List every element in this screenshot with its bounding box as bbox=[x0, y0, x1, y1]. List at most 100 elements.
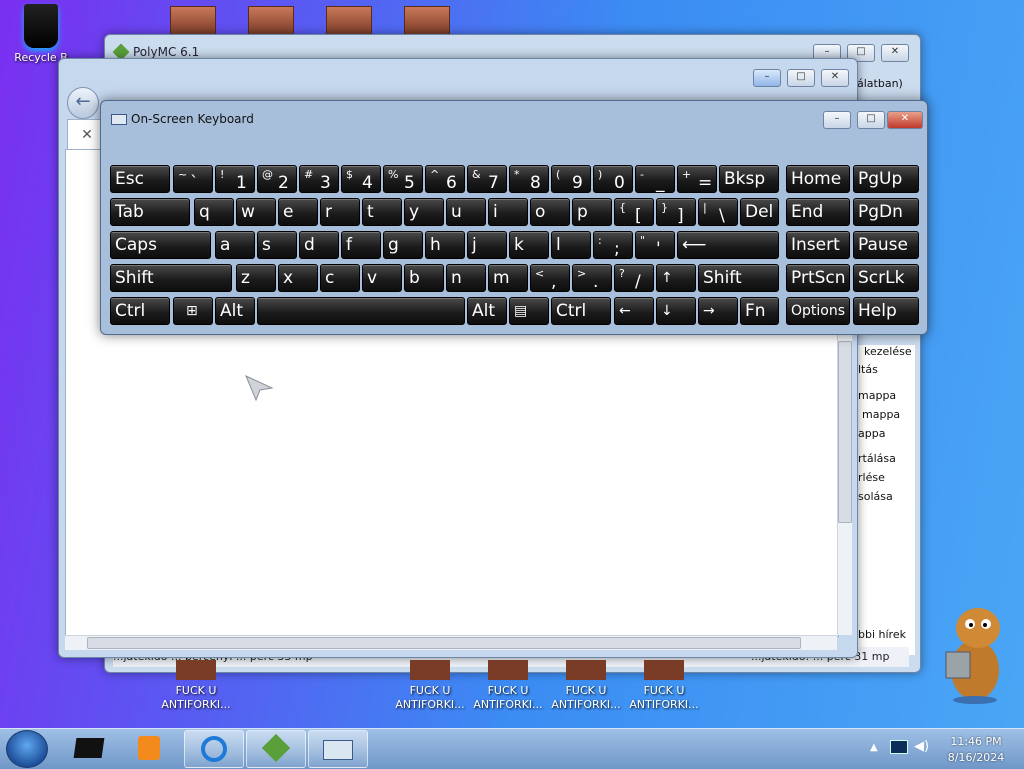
volume-icon[interactable]: ◀) bbox=[914, 739, 929, 754]
key-pgdn[interactable]: PgDn bbox=[853, 198, 919, 226]
side-item[interactable]: bbi hírek bbox=[858, 628, 906, 641]
key-0[interactable]: ) 0 bbox=[593, 165, 633, 193]
desktop-thumbnail[interactable] bbox=[326, 6, 372, 36]
desktop-thumbnail[interactable] bbox=[170, 6, 216, 36]
key-w[interactable]: w bbox=[236, 198, 276, 226]
key-backslash[interactable]: | \ bbox=[698, 198, 738, 226]
key-f[interactable]: f bbox=[341, 231, 381, 259]
key-scrlk[interactable]: ScrLk bbox=[853, 264, 919, 292]
key-c[interactable]: c bbox=[320, 264, 360, 292]
key-y[interactable]: y bbox=[404, 198, 444, 226]
key-left-arrow[interactable]: ← bbox=[614, 297, 654, 325]
side-item[interactable]: rlése bbox=[858, 471, 885, 484]
desktop-thumbnail[interactable] bbox=[404, 6, 450, 36]
key-9[interactable]: (9 bbox=[551, 165, 591, 193]
hamster-gadget-icon[interactable] bbox=[940, 600, 1010, 705]
key-e[interactable]: e bbox=[278, 198, 318, 226]
key-u[interactable]: u bbox=[446, 198, 486, 226]
key-p[interactable]: p bbox=[572, 198, 612, 226]
key-m[interactable]: m bbox=[488, 264, 528, 292]
show-hidden-icons[interactable]: ▲ bbox=[870, 742, 878, 753]
key-alt-right[interactable]: Alt bbox=[467, 297, 507, 325]
menu-key-icon[interactable]: ▤ bbox=[509, 297, 549, 325]
key-o[interactable]: o bbox=[530, 198, 570, 226]
key-v[interactable]: v bbox=[362, 264, 402, 292]
start-button-icon[interactable] bbox=[6, 730, 48, 768]
key-4[interactable]: $4 bbox=[341, 165, 381, 193]
key-r[interactable]: r bbox=[320, 198, 360, 226]
vertical-scroll-thumb[interactable] bbox=[838, 341, 852, 523]
key-fn[interactable]: Fn bbox=[740, 297, 779, 325]
key-z[interactable]: z bbox=[236, 264, 276, 292]
back-arrow-icon[interactable]: ← bbox=[67, 87, 99, 119]
recycle-bin-icon[interactable]: Recycle B bbox=[6, 4, 76, 64]
key-tab[interactable]: Tab bbox=[110, 198, 190, 226]
key-h[interactable]: h bbox=[425, 231, 465, 259]
key-1[interactable]: ! 1 bbox=[215, 165, 255, 193]
key-ctrl-right[interactable]: Ctrl bbox=[551, 297, 611, 325]
key-caps[interactable]: Caps bbox=[110, 231, 211, 259]
minimize-button[interactable]: – bbox=[753, 69, 781, 87]
key-tilde[interactable]: ~ ` bbox=[173, 165, 213, 193]
desktop-shortcut[interactable]: FUCK U ANTIFORKI... bbox=[626, 660, 702, 712]
side-item[interactable]: ltás bbox=[858, 363, 878, 376]
desktop-shortcut[interactable]: FUCK U ANTIFORKI... bbox=[392, 660, 468, 712]
key-backspace[interactable]: Bksp bbox=[719, 165, 779, 193]
close-button[interactable]: ✕ bbox=[887, 111, 923, 129]
key-b[interactable]: b bbox=[404, 264, 444, 292]
media-player-icon[interactable] bbox=[120, 730, 178, 766]
key-left-bracket[interactable]: {[ bbox=[614, 198, 654, 226]
close-button[interactable]: ✕ bbox=[881, 44, 909, 62]
key-home[interactable]: Home bbox=[786, 165, 850, 193]
system-clock[interactable]: 11:46 PM 8/16/2024 bbox=[936, 734, 1016, 766]
key-up-arrow[interactable]: ↑ bbox=[656, 264, 696, 292]
key-d[interactable]: d bbox=[299, 231, 339, 259]
taskbar-app-icon[interactable] bbox=[60, 730, 118, 766]
key-space[interactable] bbox=[257, 297, 465, 325]
key-enter[interactable]: ⟵ bbox=[677, 231, 779, 259]
side-item[interactable]: solása bbox=[858, 490, 893, 503]
side-item[interactable]: mappa bbox=[858, 389, 896, 402]
side-item[interactable]: mappa bbox=[862, 408, 900, 421]
key-5[interactable]: % 5 bbox=[383, 165, 423, 193]
network-icon[interactable] bbox=[890, 740, 908, 754]
side-item[interactable]: appa bbox=[858, 427, 885, 440]
key-3[interactable]: #3 bbox=[299, 165, 339, 193]
key-a[interactable]: a bbox=[215, 231, 255, 259]
key-6[interactable]: ^ 6 bbox=[425, 165, 465, 193]
windows-key-icon[interactable]: ⊞ bbox=[173, 297, 213, 325]
key-shift-right[interactable]: Shift bbox=[698, 264, 779, 292]
desktop-shortcut[interactable]: FUCK U ANTIFORKI... bbox=[158, 660, 234, 712]
key-q[interactable]: q bbox=[194, 198, 234, 226]
key-delete[interactable]: Del bbox=[740, 198, 779, 226]
key-pause[interactable]: Pause bbox=[853, 231, 919, 259]
key-period[interactable]: >. bbox=[572, 264, 612, 292]
key-x[interactable]: x bbox=[278, 264, 318, 292]
close-button[interactable]: ✕ bbox=[821, 69, 849, 87]
key-j[interactable]: j bbox=[467, 231, 507, 259]
key-i[interactable]: i bbox=[488, 198, 528, 226]
desktop-thumbnail[interactable] bbox=[248, 6, 294, 36]
key-semicolon[interactable]: :; bbox=[593, 231, 633, 259]
maximize-button[interactable]: □ bbox=[787, 69, 815, 87]
internet-explorer-icon[interactable] bbox=[184, 730, 244, 768]
key-pgup[interactable]: PgUp bbox=[853, 165, 919, 193]
key-down-arrow[interactable]: ↓ bbox=[656, 297, 696, 325]
minimize-button[interactable]: – bbox=[823, 111, 851, 129]
side-item[interactable]: kezelése bbox=[864, 345, 912, 358]
key-n[interactable]: n bbox=[446, 264, 486, 292]
key-alt-left[interactable]: Alt bbox=[215, 297, 255, 325]
maximize-button[interactable]: □ bbox=[857, 111, 885, 129]
key-g[interactable]: g bbox=[383, 231, 423, 259]
on-screen-keyboard-taskbar-icon[interactable] bbox=[308, 730, 368, 768]
key-k[interactable]: k bbox=[509, 231, 549, 259]
key-l[interactable]: l bbox=[551, 231, 591, 259]
key-right-arrow[interactable]: → bbox=[698, 297, 738, 325]
key-8[interactable]: * 8 bbox=[509, 165, 549, 193]
key-prtscn[interactable]: PrtScn bbox=[786, 264, 850, 292]
key-slash[interactable]: ? / bbox=[614, 264, 654, 292]
side-item[interactable]: rtálása bbox=[858, 452, 896, 465]
on-screen-keyboard-window[interactable]: On-Screen Keyboard – □ ✕ Esc ~ ` ! 1 @2 #3… bbox=[100, 100, 928, 335]
horizontal-scroll-thumb[interactable] bbox=[87, 637, 801, 649]
key-7[interactable]: & 7 bbox=[467, 165, 507, 193]
